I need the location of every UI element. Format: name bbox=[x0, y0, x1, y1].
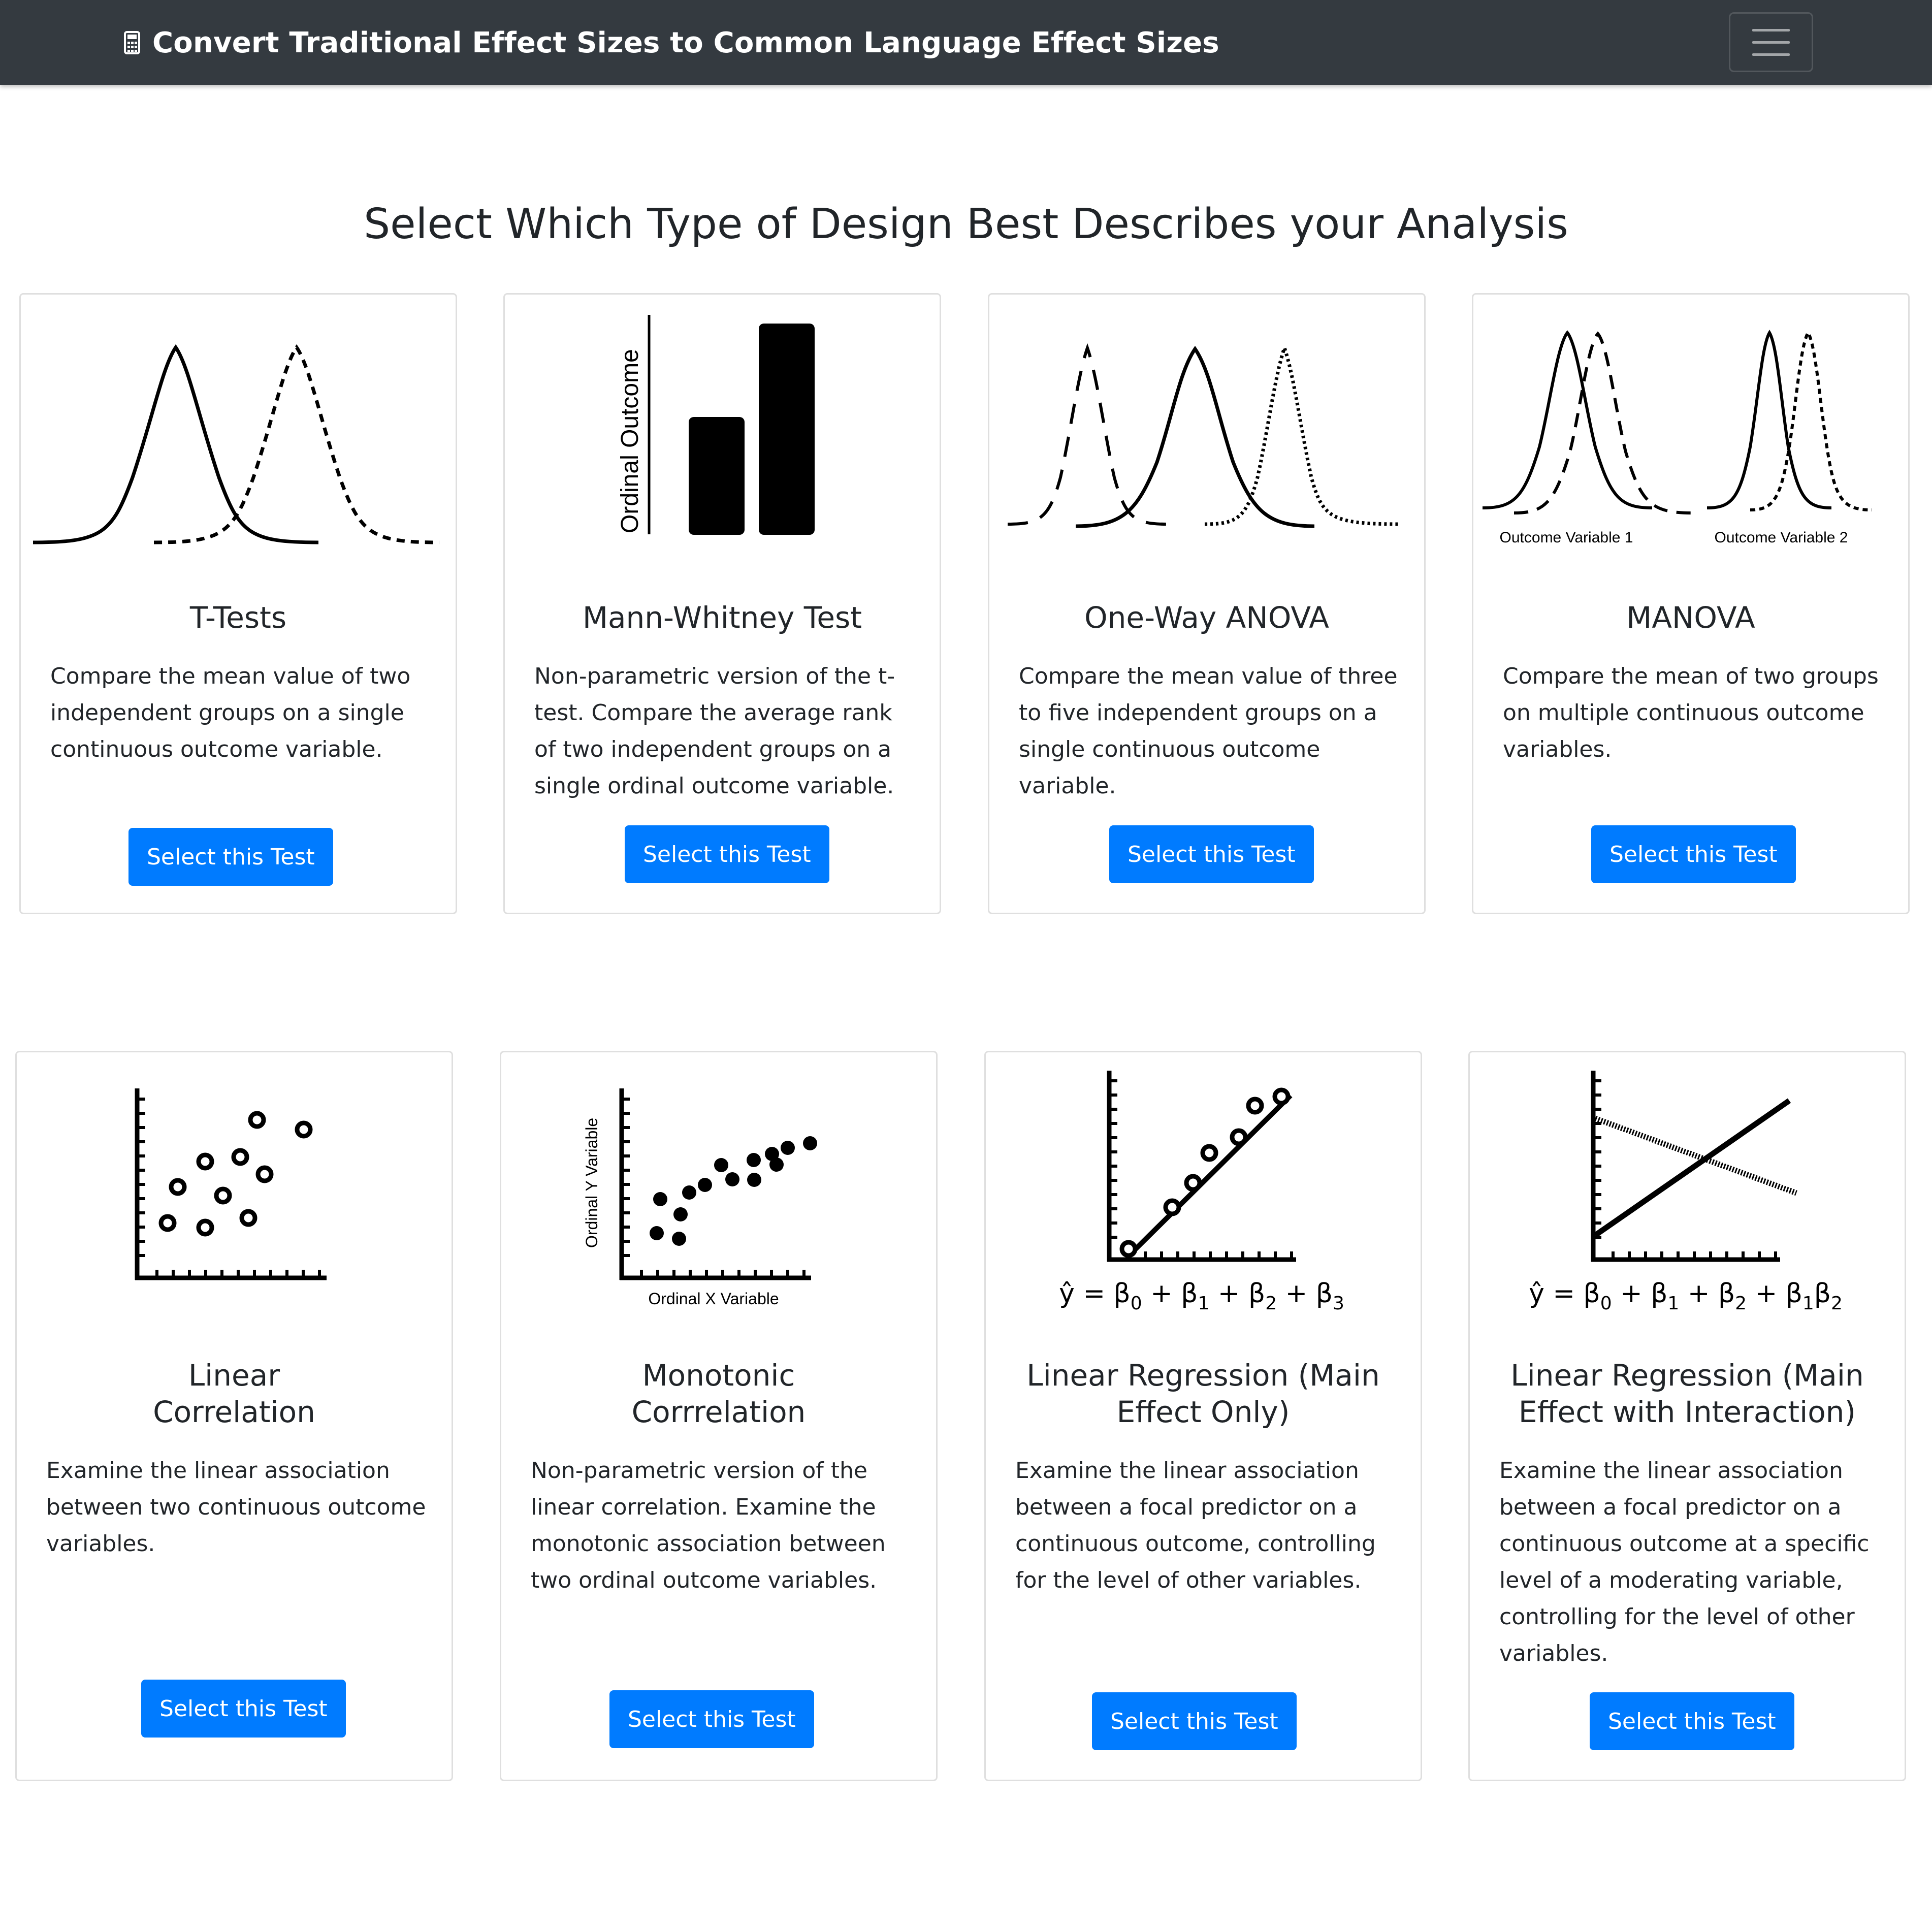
card-description: Compare the mean of two groups on multip… bbox=[1503, 663, 1879, 762]
three-curves-illustration bbox=[1007, 342, 1401, 528]
interaction-equation: ŷ = β0 + β1 + β2 + β1β2 bbox=[1529, 1278, 1843, 1314]
card-linear-regression-interaction: ŷ = β0 + β1 + β2 + β1β2 Linear Regressio… bbox=[1468, 1051, 1906, 1781]
select-test-button[interactable]: Select this Test bbox=[609, 1690, 814, 1748]
brand-title: Convert Traditional Effect Sizes to Comm… bbox=[152, 26, 1219, 59]
card-description: Examine the linear association between a… bbox=[1015, 1458, 1376, 1593]
card-description: Compare the mean value of two independen… bbox=[50, 663, 411, 762]
normal-curves-illustration bbox=[33, 344, 440, 544]
bar-chart-illustration: Ordinal Outcome bbox=[617, 315, 815, 535]
card-title: Linear Regression (Main Effect with Inte… bbox=[1510, 1358, 1864, 1429]
card-t-tests: T-Tests Compare the mean value of two in… bbox=[19, 293, 457, 914]
select-test-button[interactable]: Select this Test bbox=[1590, 1692, 1794, 1750]
card-one-way-anova: One-Way ANOVA Compare the mean value of … bbox=[988, 293, 1426, 914]
outcome-label-2: Outcome Variable 2 bbox=[1715, 529, 1848, 546]
hamburger-line bbox=[1752, 53, 1790, 56]
navbar-brand[interactable]: Convert Traditional Effect Sizes to Comm… bbox=[124, 21, 1219, 64]
interaction-lines-illustration: ŷ = β0 + β1 + β2 + β1β2 bbox=[1529, 1071, 1843, 1314]
card-title: MANOVA bbox=[1626, 600, 1755, 635]
x-axis-label: Ordinal X Variable bbox=[648, 1290, 779, 1308]
card-description: Non-parametric version of the t-test. Co… bbox=[534, 663, 895, 799]
card-title: Mann-Whitney Test bbox=[582, 600, 862, 635]
select-test-button[interactable]: Select this Test bbox=[1092, 1692, 1297, 1750]
card-title: Linear Regression (Main Effect Only) bbox=[1026, 1358, 1380, 1429]
page-title: Select Which Type of Design Best Describ… bbox=[364, 200, 1568, 248]
card-description: Compare the mean value of three to five … bbox=[1019, 663, 1398, 799]
card-title: Monotonic Corrrelation bbox=[631, 1358, 806, 1429]
card-description: Non-parametric version of the linear cor… bbox=[531, 1458, 886, 1593]
card-description: Examine the linear association between t… bbox=[46, 1458, 426, 1557]
scatter-plot-illustration bbox=[135, 1088, 327, 1280]
hamburger-line bbox=[1752, 41, 1790, 44]
select-test-button[interactable]: Select this Test bbox=[625, 825, 829, 883]
select-test-button[interactable]: Select this Test bbox=[1591, 825, 1796, 883]
card-linear-regression-main-effect: ŷ = β0 + β1 + β2 + β3 Linear Regression … bbox=[984, 1051, 1422, 1781]
card-description: Examine the linear association between a… bbox=[1499, 1458, 1870, 1666]
regression-equation: ŷ = β0 + β1 + β2 + β3 bbox=[1059, 1278, 1344, 1314]
y-axis-label: Ordinal Outcome bbox=[617, 349, 643, 533]
select-test-button[interactable]: Select this Test bbox=[141, 1680, 346, 1738]
select-test-button[interactable]: Select this Test bbox=[1109, 825, 1314, 883]
navbar-toggler-button[interactable] bbox=[1729, 12, 1813, 72]
top-navbar: Convert Traditional Effect Sizes to Comm… bbox=[0, 0, 1932, 85]
y-axis-label: Ordinal Y Variable bbox=[583, 1118, 601, 1248]
regression-line-illustration: ŷ = β0 + β1 + β2 + β3 bbox=[1059, 1071, 1344, 1314]
card-linear-correlation: Linear Correlation Examine the linear as… bbox=[15, 1051, 453, 1781]
card-monotonic-correlation: Ordinal Y Variable Ordinal X Variable Mo… bbox=[500, 1051, 938, 1781]
select-test-button[interactable]: Select this Test bbox=[128, 828, 333, 886]
card-mann-whitney: Ordinal Outcome Mann-Whitney Test Non-pa… bbox=[503, 293, 941, 914]
card-manova: Outcome Variable 1 Outcome Variable 2 MA… bbox=[1472, 293, 1910, 914]
hamburger-menu-icon bbox=[1752, 28, 1790, 31]
calculator-icon bbox=[124, 31, 140, 54]
paired-curves-illustration: Outcome Variable 1 Outcome Variable 2 bbox=[1482, 330, 1873, 546]
card-title: One-Way ANOVA bbox=[1084, 600, 1329, 635]
card-title: Linear Correlation bbox=[153, 1358, 315, 1429]
card-title: T-Tests bbox=[189, 600, 287, 635]
ordinal-scatter-illustration: Ordinal Y Variable Ordinal X Variable bbox=[583, 1088, 817, 1308]
outcome-label-1: Outcome Variable 1 bbox=[1500, 529, 1633, 546]
